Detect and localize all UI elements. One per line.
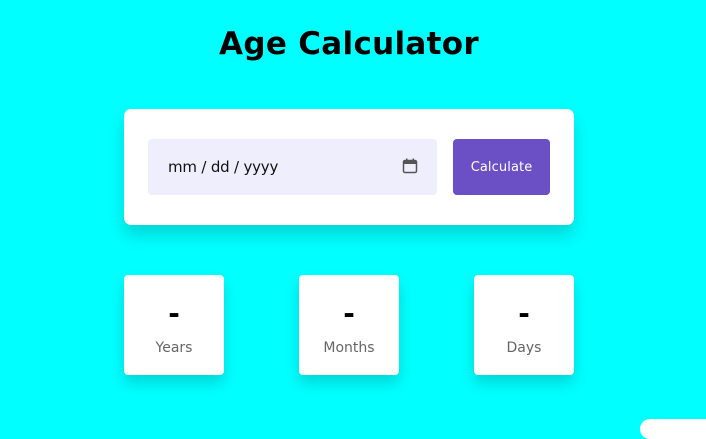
result-label: Years [155,340,193,356]
result-card-days: - Days [474,275,574,375]
date-input[interactable]: mm / dd / yyyy [148,139,437,195]
result-value: - [168,297,180,330]
calendar-icon[interactable] [402,158,418,174]
calculate-button[interactable]: Calculate [453,139,550,195]
result-value: - [518,297,530,330]
page-title: Age Calculator [219,26,479,62]
result-label: Days [506,340,542,356]
result-value: - [343,297,355,330]
input-card: mm / dd / yyyy Calculate [124,109,574,225]
corner-element [640,419,706,439]
result-label: Months [323,340,375,356]
result-card-months: - Months [299,275,399,375]
date-placeholder: mm / dd / yyyy [168,158,279,176]
result-card-years: - Years [124,275,224,375]
